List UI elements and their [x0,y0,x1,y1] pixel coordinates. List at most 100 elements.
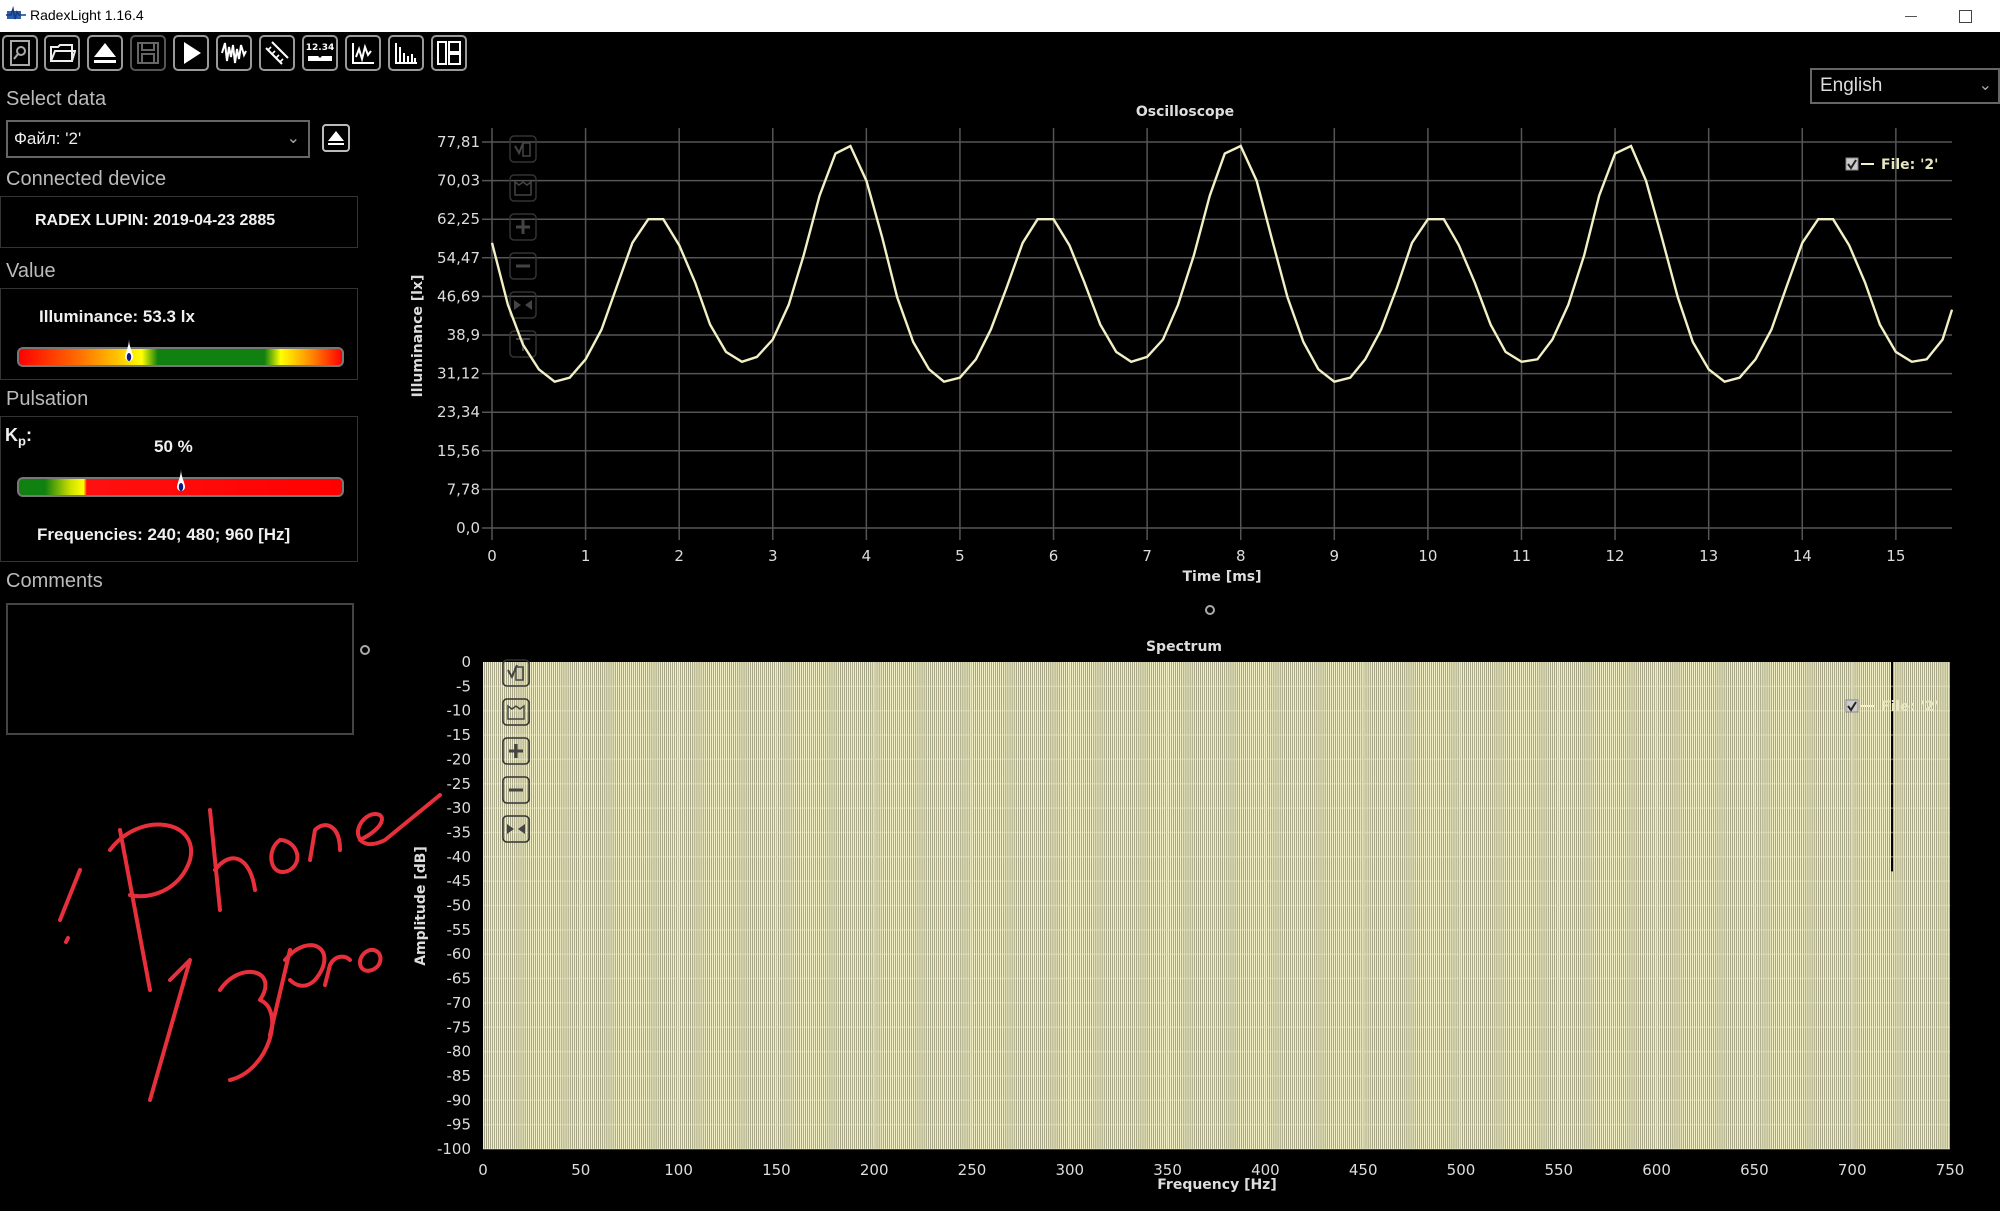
x-tick-label: 10 [1418,547,1437,565]
minimize-button[interactable] [1888,0,1934,32]
spectrum-bar [1637,662,1639,1149]
play-button[interactable] [173,35,209,71]
spectrum-bar [1439,662,1442,1149]
numeric-value-button[interactable]: 12.34 [302,35,338,71]
spectrum-bar [1320,662,1322,1149]
y-tick-label: -95 [447,1116,472,1134]
spectrum-bar [1314,662,1316,1149]
spectrum-bar [1018,662,1021,1149]
histogram-button[interactable] [388,35,424,71]
save-button[interactable] [130,35,166,71]
spectrum-bar [850,662,853,1149]
y-tick-label: -90 [447,1091,472,1109]
spectrum-bar [754,662,757,1149]
spectrum-chart[interactable]: 0 -5 -10 -15 -20 -25 -30 -35 -40 -45 -50 -55 -60 -65 -… [400,636,2000,1211]
spectrum-bar [619,662,622,1149]
spectrum-bar [1928,662,1931,1149]
spectrum-bar [483,662,485,1149]
spectrum-bar [1922,662,1925,1149]
spectrum-bar [1238,662,1240,1149]
y-tick-label: -50 [447,897,472,915]
spectrum-bar [1484,662,1487,1149]
unload-file-button[interactable] [322,124,350,152]
spectrum-bar [1138,662,1140,1149]
spectrum-bar [1406,662,1408,1149]
spectrum-bar [563,662,565,1149]
spectrum-bar [1662,662,1665,1149]
spectrum-bar [635,662,638,1149]
ruler-measure-button[interactable] [259,35,295,71]
spectrum-bar [1001,662,1003,1149]
spectrum-legend[interactable]: File: '2' [1845,699,1938,715]
spectrum-bar [1169,662,1172,1149]
spectrum-bar [1709,662,1712,1149]
spectrum-bar [1052,662,1054,1149]
spectrum-bar [1255,662,1258,1149]
checklist-icon[interactable] [509,135,537,163]
oscilloscope-waveform-button[interactable] [216,35,252,71]
zoom-out-icon[interactable] [509,252,537,280]
file-select-dropdown[interactable]: Файл: '2' ⌄ [6,120,310,158]
x-tick-label: 50 [571,1161,590,1179]
spectrum-bar [1083,662,1086,1149]
spectrum-bar [946,662,949,1149]
spectrum-bar [1095,662,1097,1149]
spectrum-bar [891,662,894,1149]
numeric-display-icon: 12.34 [306,43,334,61]
spectrum-bar [647,662,649,1149]
spectrum-bar [846,662,849,1149]
splitter-handle[interactable] [360,645,370,655]
line-chart-button[interactable] [345,35,381,71]
spectrum-bar [516,662,518,1149]
spectrum-bar [897,662,900,1149]
spectrum-bar [674,662,677,1149]
eject-button[interactable] [87,35,123,71]
spectrum-bar [1351,662,1354,1149]
minimize-icon [1905,15,1917,17]
spectrum-bar [649,662,651,1149]
spectrum-bar [1592,662,1594,1149]
spectrum-bar [1582,662,1584,1149]
spectrum-bar [1666,662,1669,1149]
x-tick-label: 0 [478,1161,488,1179]
x-tick-label: 600 [1642,1161,1671,1179]
maximize-button[interactable] [1942,0,1988,32]
fit-to-window-icon[interactable] [509,174,537,202]
x-tick-label: 5 [955,547,965,565]
spectrum-bar [1768,662,1770,1149]
spectrum-bar [522,662,524,1149]
language-value: English [1820,75,1883,96]
chart-splitter-handle[interactable] [1205,605,1215,615]
open-folder-button[interactable] [44,35,80,71]
spectrum-bar [1353,662,1356,1149]
oscilloscope-chart[interactable]: 0,0 7,78 15,56 23,34 31,12 38,9 46,69 54,47 62,2… [400,96,2000,586]
connected-device-label: Connected device [6,168,167,190]
spectrum-bar [1380,662,1383,1149]
spectrum-bar [612,662,614,1149]
pulsation-label: Pulsation [6,388,89,410]
comments-input[interactable] [6,603,354,735]
spectrum-bar [1478,662,1481,1149]
spectrum-bar [752,662,755,1149]
spectrum-bar [1304,662,1307,1149]
spectrum-bar [1932,662,1935,1149]
spectrum-bar [1194,662,1197,1149]
y-tick-label: 54,47 [437,249,480,267]
frequencies-text: Frequencies: 240; 480; 960 [Hz] [37,525,291,544]
layout-button[interactable] [431,35,467,71]
oscilloscope-grid: 0,0 7,78 15,56 23,34 31,12 38,9 46,69 54,47 62,2… [437,128,1952,565]
spectrum-bar [1298,662,1301,1149]
spectrum-bar [1134,662,1137,1149]
spectrum-bar [1668,662,1670,1149]
spectrum-bar [848,662,851,1149]
zoom-in-icon[interactable] [509,213,537,241]
spectrum-bar [1445,662,1448,1149]
spectrum-bar [1515,662,1518,1149]
oscilloscope-legend[interactable]: File: '2' [1845,157,1938,173]
spectrum-bar [1020,662,1023,1149]
spectrum-bar [1236,662,1238,1149]
spectrum-bar [993,662,996,1149]
spectrum-bar [750,662,753,1149]
spectrum-bar [1183,662,1185,1149]
search-file-button[interactable] [2,35,38,71]
